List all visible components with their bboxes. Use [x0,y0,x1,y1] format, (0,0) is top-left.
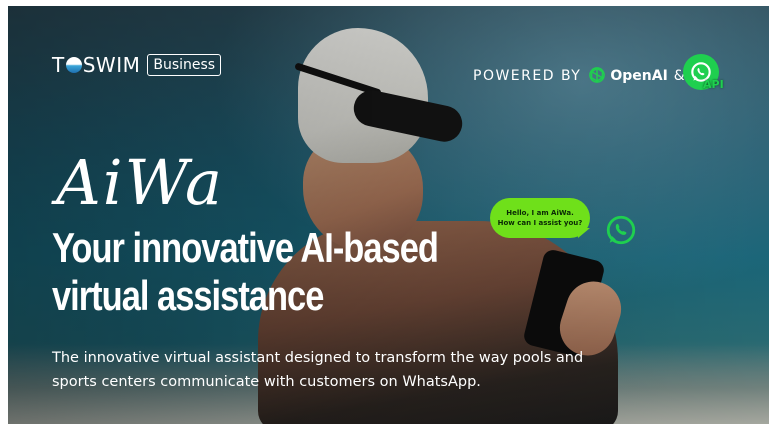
headline-line-2: virtual assistance [52,272,324,319]
toswim-logo: T SWIM Business [52,53,222,77]
headline-line-1: Your innovative AI-based [52,224,439,271]
chat-bubble-line-2: How can I assist you? [497,219,583,227]
subtitle: The innovative virtual assistant designe… [52,346,652,394]
chat-bubble-tail [578,228,590,238]
openai-logo-icon [589,67,606,83]
logo-wordmark: T SWIM [52,53,141,77]
logo-o-icon [65,57,82,73]
powered-by-label: POWERED BY [473,68,582,84]
chat-bubble: Hello, I am AiWa. How can I assist you? [490,198,590,238]
business-badge: Business [147,54,222,76]
chat-bubble-line-1: Hello, I am AiWa. [506,209,574,217]
subtitle-line-1: The innovative virtual assistant designe… [52,350,584,366]
powered-by: POWERED BY OpenAI & [473,66,685,86]
whatsapp-icon [606,215,636,245]
product-name: AiWa [56,146,224,219]
headline: Your innovative AI-based virtual assista… [52,224,439,320]
api-label: API [703,78,724,91]
whatsapp-api-logo: API [683,54,724,94]
openai-label: OpenAI [610,68,668,84]
subtitle-line-2: sports centers communicate with customer… [52,374,481,390]
